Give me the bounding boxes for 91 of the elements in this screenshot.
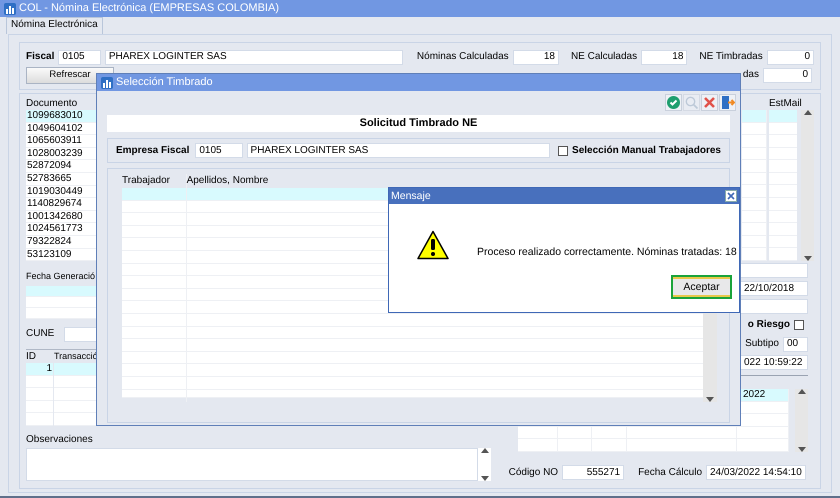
window-title: COL - Nómina Electrónica (EMPRESAS COLOMBIA) [19,2,279,15]
dialog-title: Selección Timbrado [116,76,213,89]
table-cell [26,413,53,426]
tab[interactable]: Nómina Electrónica [6,17,103,34]
field-label: Fiscal [26,51,54,63]
table-cell[interactable]: 1065603911 [26,135,98,148]
input-field[interactable]: 18 [641,50,688,64]
table-cell [769,160,797,173]
checkbox[interactable] [558,146,568,156]
input-field[interactable]: PHAREX LOGINTER SAS [246,143,550,158]
table-cell [769,148,797,160]
input-field[interactable]: 22/10/2018 [740,281,808,296]
input-field[interactable]: 555271 [562,465,624,480]
scroll-up-icon[interactable] [804,110,812,115]
scrollbar[interactable] [795,389,808,452]
close-icon [727,192,735,200]
scroll-down-icon[interactable] [798,446,806,452]
table-cell [592,439,627,452]
field-label: NE Calculadas [570,51,638,63]
app-icon [4,2,16,14]
accept-button[interactable] [665,94,682,111]
input-field[interactable]: 0105 [195,143,243,158]
column-header: Apellidos, Nombre [186,174,270,188]
table-cell [26,376,53,388]
field-label: Empresa Fiscal [116,144,190,156]
table-cell [769,223,797,236]
field-label: Fecha Generació [26,271,96,282]
field-label: o Riesgo [748,319,790,331]
field-label: Observaciones [26,434,94,446]
checkbox-label: Selección Manual Trabajadores [572,144,721,156]
input-field[interactable]: 18 [512,50,559,64]
cancel-button[interactable] [701,94,718,111]
scrollbar[interactable] [801,110,814,261]
table-cell [769,110,797,123]
input-field[interactable]: 24/03/2022 14:54:10 [706,465,806,480]
input-field[interactable]: 022 10:59:22 [740,355,808,370]
app-icon [101,76,113,88]
input-field[interactable]: 0105 [58,50,101,64]
table-cell [558,439,592,452]
input-field[interactable]: 0 [763,68,812,82]
close-button[interactable] [725,190,737,202]
table-cell [26,400,53,414]
search-icon [684,95,699,110]
input-field[interactable]: 00 [783,336,808,352]
scrollbar[interactable] [478,448,491,481]
scroll-up-icon[interactable] [480,448,488,453]
scroll-down-icon[interactable] [804,256,812,261]
field-label: Nóminas Calculadas [416,51,509,63]
table-cell[interactable]: 52872094 [26,160,98,173]
table-cell [737,439,789,452]
exit-button[interactable] [719,94,736,111]
table-cell [769,135,797,148]
field-label: Fecha Cálculo [638,466,702,479]
table-cell [769,210,797,224]
check-icon [666,95,681,110]
table-cell[interactable]: 1099683010 [26,110,98,123]
column-header: Transacció [54,350,98,363]
table-cell [26,388,53,401]
table-cell[interactable]: 1140829674 [26,198,98,211]
scroll-down-icon[interactable] [480,476,488,481]
checkbox[interactable] [794,320,804,330]
input-field[interactable] [740,299,808,314]
column-header: ID [26,350,37,363]
table-cell[interactable]: 1 [26,363,53,376]
table-cell[interactable]: 1024561773 [26,223,98,236]
dialog-title: Mensaje [391,190,431,202]
input-field[interactable]: PHAREX LOGINTER SAS [104,50,403,64]
table-cell [769,248,797,261]
column-header: Documento [26,97,78,110]
field-label: Código NO [508,466,558,479]
dialog-heading: Solicitud Timbrado NE [107,115,730,132]
input-field[interactable]: 0 [766,50,814,64]
table-cell [769,122,797,136]
column-header: Trabajador [122,174,171,188]
scroll-up-icon[interactable] [798,389,806,394]
input-field[interactable] [740,263,808,278]
message-text: Proceso realizado correctamente. Nóminas tratadas: 18 [477,246,737,260]
table-cell [769,236,797,248]
close-icon [702,95,717,110]
scroll-down-icon[interactable] [706,397,714,402]
warning-icon [417,230,449,260]
exit-icon [720,95,735,110]
table-cell [769,185,797,198]
table-cell [518,439,558,452]
accept-button[interactable]: Aceptar [671,275,732,299]
field-label: Subtipo [745,338,779,350]
field-label: CUNE [26,328,56,340]
table-cell [769,198,797,211]
table-cell [769,172,797,186]
field-label: das [742,69,759,81]
field-label: NE Timbradas [699,51,763,63]
